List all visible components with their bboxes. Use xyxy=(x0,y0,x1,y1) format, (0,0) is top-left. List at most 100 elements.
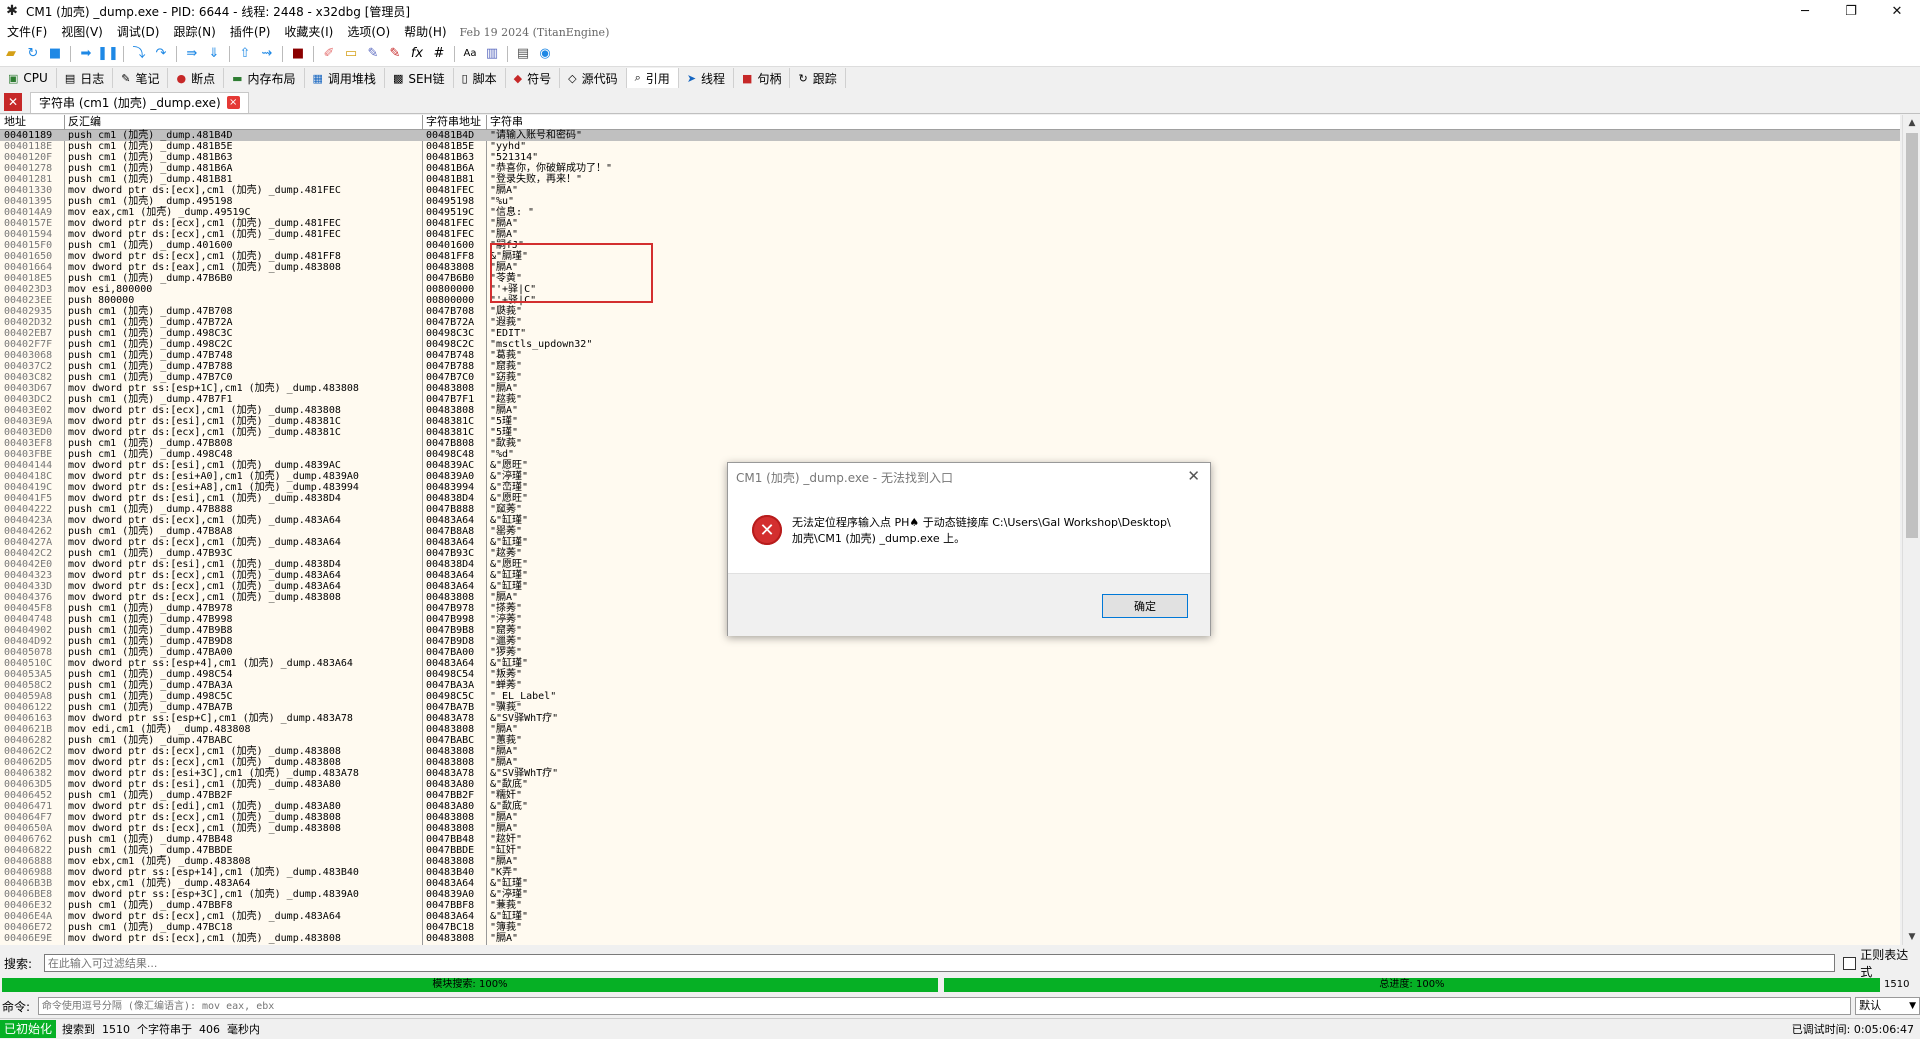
menu-plugins[interactable]: 插件(P) xyxy=(223,22,278,42)
column-header-string[interactable]: 字符串 xyxy=(490,115,523,129)
table-row[interactable]: 00406282 push cm1 (加壳) _dump.47BABC 0047BA… xyxy=(0,735,1900,746)
trace-over-icon[interactable]: ⇓ xyxy=(205,45,223,63)
open-folder-icon[interactable]: ▰ xyxy=(2,45,20,63)
table-row[interactable]: 0040510C mov dword ptr ss:[esp+4],cm1 (加壳… xyxy=(0,658,1900,669)
table-row[interactable]: 004018E5 push cm1 (加壳) _dump.47B6B0 0047B6… xyxy=(0,273,1900,284)
search-input[interactable] xyxy=(43,954,1836,972)
restart-icon[interactable]: ↻ xyxy=(24,45,42,63)
command-input[interactable] xyxy=(37,997,1852,1015)
tab-memory-map[interactable]: ▬ 内存布局 xyxy=(224,68,305,88)
trace-into-icon[interactable]: ⇛ xyxy=(183,45,201,63)
table-row[interactable]: 00403FBE push cm1 (加壳) _dump.498C48 00498C… xyxy=(0,449,1900,460)
tab-handles[interactable]: ■ 句柄 xyxy=(734,68,791,88)
table-row[interactable]: 00406E32 push cm1 (加壳) _dump.47BBF8 0047BB… xyxy=(0,900,1900,911)
menu-trace[interactable]: 跟踪(N) xyxy=(166,22,222,42)
step-into-icon[interactable]: ⤵ xyxy=(130,45,148,63)
calculator-icon[interactable]: ▤ xyxy=(514,45,532,63)
table-row[interactable]: 00406382 mov dword ptr ds:[esi+3C],cm1 (加… xyxy=(0,768,1900,779)
close-button[interactable]: ✕ xyxy=(1874,0,1920,22)
close-tab-icon[interactable]: × xyxy=(226,96,240,109)
menu-file[interactable]: 文件(F) xyxy=(0,22,54,42)
scroll-down-icon[interactable]: ▼ xyxy=(1903,929,1920,945)
table-row[interactable]: 004014A9 mov eax,cm1 (加壳) _dump.49519C 004… xyxy=(0,207,1900,218)
tab-threads[interactable]: ➤ 线程 xyxy=(679,68,735,88)
function-icon[interactable]: fx xyxy=(408,45,426,63)
table-row[interactable]: 00401281 push cm1 (加壳) _dump.481B81 00481B… xyxy=(0,174,1900,185)
table-row[interactable]: 004058C2 push cm1 (加壳) _dump.47BA3A 0047BA… xyxy=(0,680,1900,691)
table-row[interactable]: 004023EE push 800000 00800000 "'+驿|C" xyxy=(0,295,1900,306)
pause-icon[interactable]: ❚❚ xyxy=(97,45,119,63)
table-row[interactable]: 00402D32 push cm1 (加壳) _dump.47B72A 0047B7… xyxy=(0,317,1900,328)
minimize-button[interactable]: ─ xyxy=(1782,0,1828,22)
table-row[interactable]: 00403DC2 push cm1 (加壳) _dump.47B7F1 0047B7… xyxy=(0,394,1900,405)
maximize-button[interactable]: ❐ xyxy=(1828,0,1874,22)
column-header-disassembly[interactable]: 反汇编 xyxy=(68,115,101,129)
tab-call-stack[interactable]: ▦ 调用堆栈 xyxy=(305,68,385,88)
table-row[interactable]: 00403E9A mov dword ptr ds:[esi],cm1 (加壳) … xyxy=(0,416,1900,427)
table-row[interactable]: 00401594 mov dword ptr ds:[ecx],cm1 (加壳) … xyxy=(0,229,1900,240)
tab-strings-result[interactable]: 字符串 (cm1 (加壳) _dump.exe) × xyxy=(30,91,249,113)
tab-source[interactable]: ◇ 源代码 xyxy=(560,68,627,88)
table-row[interactable]: 00403C82 push cm1 (加壳) _dump.47B7C0 0047B7… xyxy=(0,372,1900,383)
log-icon[interactable]: ▥ xyxy=(483,45,501,63)
table-row[interactable]: 00401650 mov dword ptr ds:[ecx],cm1 (加壳) … xyxy=(0,251,1900,262)
step-over-icon[interactable]: ↷ xyxy=(152,45,170,63)
execute-till-return-icon[interactable]: ⇧ xyxy=(236,45,254,63)
table-row[interactable]: 00401189 push cm1 (加壳) _dump.481B4D 00481B… xyxy=(0,130,1900,141)
table-row[interactable]: 00403EF8 push cm1 (加壳) _dump.47B808 0047B8… xyxy=(0,438,1900,449)
table-row[interactable]: 0040621B mov edi,cm1 (加壳) _dump.483808 004… xyxy=(0,724,1900,735)
tab-breakpoints[interactable]: ● 断点 xyxy=(168,68,225,88)
vertical-scrollbar[interactable]: ▲ ▼ xyxy=(1902,115,1920,945)
ok-button[interactable]: 确定 xyxy=(1102,594,1188,618)
menu-help[interactable]: 帮助(H) xyxy=(397,22,453,42)
table-row[interactable]: 00406452 push cm1 (加壳) _dump.47BB2F 0047BB… xyxy=(0,790,1900,801)
table-row[interactable]: 00406BE8 mov dword ptr ss:[esp+3C],cm1 (加… xyxy=(0,889,1900,900)
table-row[interactable]: 00406163 mov dword ptr ss:[esp+C],cm1 (加壳… xyxy=(0,713,1900,724)
table-row[interactable]: 00406822 push cm1 (加壳) _dump.47BBDE 0047BB… xyxy=(0,845,1900,856)
hash-icon[interactable]: # xyxy=(430,45,448,63)
table-row[interactable]: 00401664 mov dword ptr ds:[eax],cm1 (加壳) … xyxy=(0,262,1900,273)
tab-notes[interactable]: ✎ 笔记 xyxy=(113,68,169,88)
table-row[interactable]: 004062D5 mov dword ptr ds:[ecx],cm1 (加壳) … xyxy=(0,757,1900,768)
table-row[interactable]: 0040157E mov dword ptr ds:[ecx],cm1 (加壳) … xyxy=(0,218,1900,229)
table-row[interactable]: 00406E9E mov dword ptr ds:[ecx],cm1 (加壳) … xyxy=(0,933,1900,944)
close-all-references-button[interactable]: ✕ xyxy=(4,93,22,111)
table-row[interactable]: 00406888 mov ebx,cm1 (加壳) _dump.483808 004… xyxy=(0,856,1900,867)
table-row[interactable]: 00403D67 mov dword ptr ss:[esp+1C],cm1 (加… xyxy=(0,383,1900,394)
stop-icon[interactable]: ■ xyxy=(46,45,64,63)
table-row[interactable]: 004064F7 mov dword ptr ds:[ecx],cm1 (加壳) … xyxy=(0,812,1900,823)
bookmark-icon[interactable]: ✎ xyxy=(386,45,404,63)
menu-options[interactable]: 选项(O) xyxy=(340,22,397,42)
run-to-user-code-icon[interactable]: ⇝ xyxy=(258,45,276,63)
command-mode-select[interactable]: 默认 ▼ xyxy=(1855,997,1920,1015)
scroll-up-icon[interactable]: ▲ xyxy=(1903,115,1920,131)
tab-seh-chain[interactable]: ▩ SEH链 xyxy=(385,68,454,88)
table-row[interactable]: 00402EB7 push cm1 (加壳) _dump.498C3C 00498C… xyxy=(0,328,1900,339)
table-row[interactable]: 00403ED0 mov dword ptr ds:[ecx],cm1 (加壳) … xyxy=(0,427,1900,438)
tab-script[interactable]: ▯ 脚本 xyxy=(454,68,506,88)
table-row[interactable]: 00406471 mov dword ptr ds:[edi],cm1 (加壳) … xyxy=(0,801,1900,812)
dialog-close-button[interactable]: ✕ xyxy=(1187,467,1200,485)
menu-view[interactable]: 视图(V) xyxy=(54,22,110,42)
table-row[interactable]: 004059A8 push cm1 (加壳) _dump.498C5C 00498C… xyxy=(0,691,1900,702)
comment-icon[interactable]: ▭ xyxy=(342,45,360,63)
table-row[interactable]: 00402F7F push cm1 (加壳) _dump.498C2C 00498C… xyxy=(0,339,1900,350)
table-row[interactable]: 004037C2 push cm1 (加壳) _dump.47B788 0047B7… xyxy=(0,361,1900,372)
table-row[interactable]: 00401278 push cm1 (加壳) _dump.481B6A 00481B… xyxy=(0,163,1900,174)
table-row[interactable]: 00406762 push cm1 (加壳) _dump.47BB48 0047BB… xyxy=(0,834,1900,845)
scrollbar-thumb[interactable] xyxy=(1906,133,1918,538)
column-header-address[interactable]: 地址 xyxy=(4,115,26,129)
table-row[interactable]: 0040650A mov dword ptr ds:[ecx],cm1 (加壳) … xyxy=(0,823,1900,834)
table-row[interactable]: 00404D92 push cm1 (加壳) _dump.47B9D8 0047B9… xyxy=(0,636,1900,647)
table-row[interactable]: 0040118E push cm1 (加壳) _dump.481B5E 00481B… xyxy=(0,141,1900,152)
regex-checkbox[interactable] xyxy=(1843,956,1857,970)
settings-icon[interactable]: ◉ xyxy=(536,45,554,63)
table-row[interactable]: 00406E72 push cm1 (加壳) _dump.47BC18 0047BC… xyxy=(0,922,1900,933)
font-icon[interactable]: Aa xyxy=(461,45,479,63)
tab-cpu[interactable]: ▣ CPU xyxy=(0,68,57,88)
table-row[interactable]: 00406B3B mov ebx,cm1 (加壳) _dump.483A64 004… xyxy=(0,878,1900,889)
table-row[interactable]: 00403068 push cm1 (加壳) _dump.47B748 0047B7… xyxy=(0,350,1900,361)
label-icon[interactable]: ✎ xyxy=(364,45,382,63)
run-icon[interactable]: ➡ xyxy=(77,45,95,63)
table-row[interactable]: 004023D3 mov esi,800000 00800000 "'+驿|C" xyxy=(0,284,1900,295)
